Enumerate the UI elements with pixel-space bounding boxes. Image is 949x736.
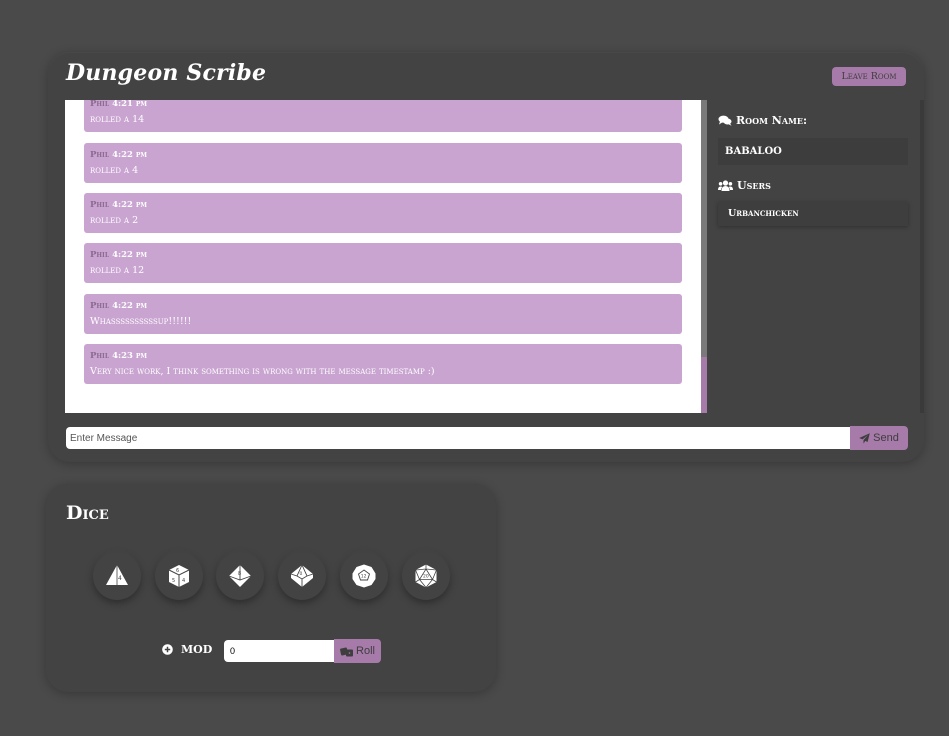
d4-button[interactable]: 4 xyxy=(93,552,141,600)
user-list-item: Urbanchicken xyxy=(718,202,908,226)
message-time: 4:22 pm xyxy=(112,150,148,160)
plus-circle-icon xyxy=(162,644,173,655)
message-user: Phil xyxy=(90,100,110,109)
room-name-label: Room Name: xyxy=(736,114,808,127)
message-text: Very nice work, I think something is wro… xyxy=(90,366,435,377)
svg-text:12: 12 xyxy=(361,574,367,580)
svg-text:5: 5 xyxy=(172,578,175,584)
dice-panel: Dice 4 65 4 8 0 12 20 MOD Roll xyxy=(46,484,496,692)
sidebar-scrollbar[interactable] xyxy=(920,100,924,413)
message-list[interactable]: Phil 4:21 pm rolled a 14 Phil 4:22 pm ro… xyxy=(65,100,706,413)
leave-room-button[interactable]: Leave Room xyxy=(832,67,906,86)
chat-message: Phil 4:23 pm Very nice work, I think som… xyxy=(84,344,682,384)
d8-icon: 8 xyxy=(228,565,252,587)
users-icon xyxy=(718,180,733,191)
message-text: rolled a 4 xyxy=(90,165,139,176)
d10-icon: 0 xyxy=(290,563,314,587)
message-user: Phil xyxy=(90,351,110,361)
d20-button[interactable]: 20 xyxy=(402,552,450,600)
room-name-value: BABALOO xyxy=(718,138,908,165)
d6-button[interactable]: 65 4 xyxy=(155,552,203,600)
d4-icon: 4 xyxy=(106,565,128,585)
message-user: Phil xyxy=(90,250,110,260)
message-text: rolled a 2 xyxy=(90,215,139,226)
d8-button[interactable]: 8 xyxy=(216,552,264,600)
message-text: rolled a 14 xyxy=(90,114,145,125)
comments-icon xyxy=(718,115,732,126)
d20-icon: 20 xyxy=(415,564,437,588)
chat-message: Phil 4:22 pm rolled a 4 xyxy=(84,143,682,183)
d6-icon: 65 4 xyxy=(168,565,190,587)
chat-message: Phil 4:21 pm rolled a 14 xyxy=(84,100,682,132)
mod-toggle[interactable]: MOD xyxy=(162,643,212,656)
roll-button[interactable]: Roll xyxy=(334,639,381,663)
message-user: Phil xyxy=(90,150,110,160)
room-sidebar: Room Name: BABALOO Users Urbanchicken xyxy=(718,100,908,413)
message-text: rolled a 12 xyxy=(90,265,145,276)
users-label: Users xyxy=(737,179,771,192)
roll-label: Roll xyxy=(356,645,375,657)
users-heading: Users xyxy=(718,179,771,192)
svg-text:0: 0 xyxy=(300,571,303,577)
chat-message: Phil 4:22 pm rolled a 12 xyxy=(84,243,682,283)
send-button[interactable]: Send xyxy=(850,426,908,450)
room-name-heading: Room Name: xyxy=(718,114,807,127)
paper-plane-icon xyxy=(859,432,870,444)
d12-button[interactable]: 12 xyxy=(340,552,388,600)
svg-text:4: 4 xyxy=(182,578,185,584)
send-label: Send xyxy=(873,432,899,444)
svg-text:4: 4 xyxy=(118,575,122,582)
chat-message: Phil 4:22 pm rolled a 2 xyxy=(84,193,682,233)
svg-text:8: 8 xyxy=(238,571,241,577)
message-time: 4:22 pm xyxy=(112,301,148,311)
message-time: 4:22 pm xyxy=(112,200,148,210)
message-user: Phil xyxy=(90,301,110,311)
dice-title: Dice xyxy=(66,502,109,524)
message-scroll-thumb[interactable] xyxy=(701,357,707,413)
message-time: 4:21 pm xyxy=(112,100,148,109)
dice-icon xyxy=(340,647,354,656)
message-text: Whassssssssssup!!!!!! xyxy=(90,316,192,327)
message-time: 4:22 pm xyxy=(112,250,148,260)
svg-text:6: 6 xyxy=(176,568,179,574)
message-user: Phil xyxy=(90,200,110,210)
d12-icon: 12 xyxy=(352,564,376,588)
chat-panel: Dungeon Scribe Leave Room Phil 4:21 pm r… xyxy=(48,52,924,462)
mod-input[interactable] xyxy=(224,640,335,662)
svg-text:20: 20 xyxy=(423,574,429,580)
mod-label: MOD xyxy=(181,643,213,656)
message-input[interactable] xyxy=(66,427,850,449)
chat-message: Phil 4:22 pm Whassssssssssup!!!!!! xyxy=(84,294,682,334)
app-title: Dungeon Scribe xyxy=(66,60,267,86)
d10-button[interactable]: 0 xyxy=(278,552,326,600)
message-time: 4:23 pm xyxy=(112,351,148,361)
